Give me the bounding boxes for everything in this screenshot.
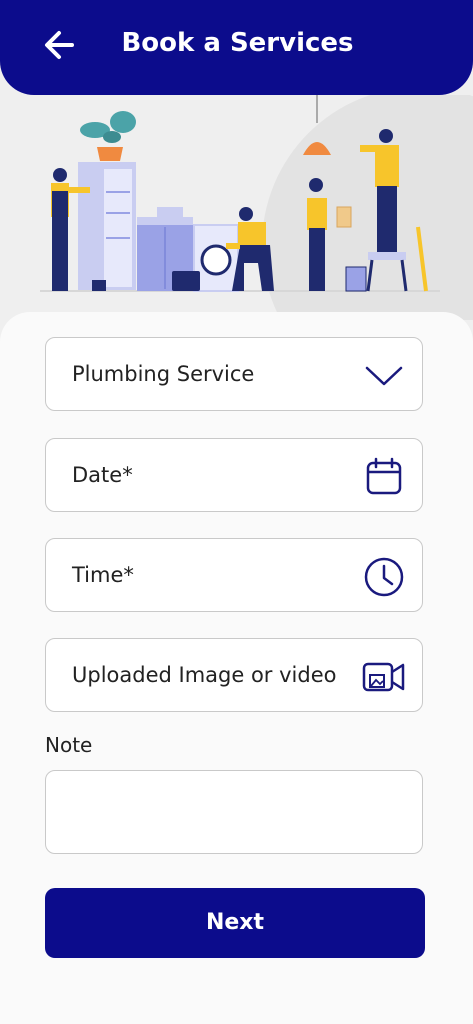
next-button[interactable]: Next <box>45 888 425 958</box>
media-upload-label: Uploaded Image or video <box>72 663 337 687</box>
hero-illustration <box>0 95 473 320</box>
page-title: Book a Services <box>121 28 354 58</box>
image-video-icon <box>362 662 405 692</box>
clock-icon <box>364 557 404 597</box>
service-select-value: Plumbing Service <box>72 362 255 386</box>
note-textarea[interactable] <box>45 770 423 854</box>
calendar-icon <box>366 457 402 495</box>
time-field-label: Time* <box>72 563 134 587</box>
media-upload-field[interactable]: Uploaded Image or video <box>45 638 423 712</box>
header-bar: Book a Services <box>0 0 473 95</box>
chevron-down-icon <box>365 366 403 386</box>
note-label: Note <box>45 733 93 757</box>
date-field[interactable]: Date* <box>45 438 423 512</box>
service-select[interactable]: Plumbing Service <box>45 337 423 411</box>
time-field[interactable]: Time* <box>45 538 423 612</box>
date-field-label: Date* <box>72 463 133 487</box>
